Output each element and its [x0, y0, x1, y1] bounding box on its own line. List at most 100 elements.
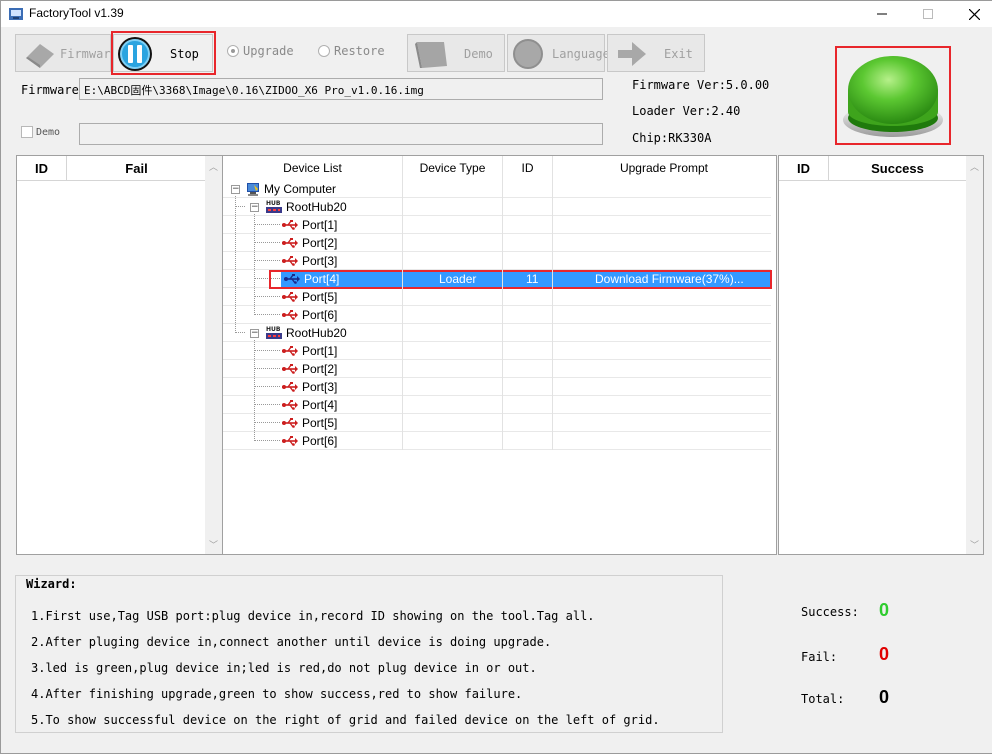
- usb-hub-icon: HUB: [266, 200, 282, 213]
- language-button-label: Language: [552, 47, 610, 61]
- app-icon: [9, 8, 23, 20]
- collapse-icon[interactable]: −: [250, 203, 259, 212]
- port-label: Port[1]: [302, 344, 338, 358]
- port-label: Port[5]: [302, 290, 338, 304]
- tree-row-hub[interactable]: − HUB RootHub20: [223, 324, 771, 342]
- firmware-button-label: Firmware: [60, 47, 118, 61]
- upgrade-radio-label: Upgrade: [243, 44, 294, 58]
- language-button[interactable]: Language: [507, 34, 610, 72]
- success-count-value: 0: [879, 600, 890, 620]
- tree-row-port[interactable]: Port[1]: [223, 216, 771, 234]
- wizard-title: Wizard:: [26, 577, 77, 591]
- tree-row-port[interactable]: Port[2]: [223, 234, 771, 252]
- scroll-up-icon[interactable]: ︿: [205, 158, 222, 175]
- tree-row-root[interactable]: − My Computer: [223, 180, 771, 198]
- demo-field[interactable]: [79, 123, 603, 145]
- tree-row-port[interactable]: Port[5]: [223, 288, 771, 306]
- globe-icon: [513, 39, 543, 69]
- success-panel-scrollbar[interactable]: ︿ ﹀: [966, 156, 983, 554]
- wizard-step: 2.After pluging device in,connect anothe…: [31, 635, 552, 649]
- tree-row-port[interactable]: Port[1]: [223, 342, 771, 360]
- wizard-step: 1.First use,Tag USB port:plug device in,…: [31, 609, 595, 623]
- tree-row-port[interactable]: Port[6]: [223, 432, 771, 450]
- fail-count-value: 0: [879, 644, 890, 664]
- scroll-down-icon[interactable]: ﹀: [205, 536, 222, 553]
- tree-row-port[interactable]: Port[2]: [223, 360, 771, 378]
- demo-button-label: Demo: [464, 47, 493, 61]
- success-col-success-header[interactable]: Success: [829, 156, 967, 181]
- tree-row-port[interactable]: Port[6]: [223, 306, 771, 324]
- restore-radio[interactable]: Restore: [318, 44, 385, 58]
- demo-checkbox[interactable]: Demo: [21, 126, 60, 138]
- port-label: Port[4]: [302, 398, 338, 412]
- wizard-step: 3.led is green,plug device in;led is red…: [31, 661, 537, 675]
- desktop-edge: [992, 0, 998, 754]
- scroll-up-icon[interactable]: ︿: [966, 158, 983, 175]
- device-list-header[interactable]: Device List: [223, 156, 403, 180]
- total-count-value: 0: [879, 687, 890, 707]
- hub-badge-text: HUB: [266, 326, 281, 333]
- demo-button[interactable]: Demo: [407, 34, 505, 72]
- wizard-panel: Wizard: 1.First use,Tag USB port:plug de…: [15, 575, 723, 733]
- firmware-version: Firmware Ver:5.0.00: [632, 78, 770, 92]
- maximize-icon: [923, 9, 933, 19]
- tree-row-port[interactable]: Port[3]: [223, 252, 771, 270]
- radio-selected-icon: [227, 45, 239, 57]
- computer-icon: [247, 183, 259, 196]
- hub-label: RootHub20: [286, 200, 347, 214]
- tree-root-label: My Computer: [264, 182, 337, 196]
- chip-info: Chip:RK330A: [632, 131, 712, 145]
- firmware-button[interactable]: Firmware: [15, 34, 118, 72]
- exit-button[interactable]: Exit: [607, 34, 705, 72]
- firmware-path-field[interactable]: E:\ABCD固件\3368\Image\0.16\ZIDOO_X6 Pro_v…: [79, 78, 603, 100]
- close-button[interactable]: [951, 1, 997, 27]
- port-label: Port[1]: [302, 218, 338, 232]
- port-label: Port[3]: [302, 380, 338, 394]
- firmware-path-label: Firmware: [21, 83, 79, 97]
- fail-panel-scrollbar[interactable]: ︿ ﹀: [205, 156, 222, 554]
- wizard-step: 5.To show successful device on the right…: [31, 713, 660, 727]
- loader-version: Loader Ver:2.40: [632, 104, 741, 118]
- maximize-button[interactable]: [905, 1, 951, 27]
- fail-col-fail-header[interactable]: Fail: [67, 156, 207, 181]
- usb-port-icon: [282, 382, 298, 392]
- tree-row-port[interactable]: Port[4]: [223, 396, 771, 414]
- device-id-header[interactable]: ID: [503, 156, 553, 180]
- usb-port-icon: [282, 436, 298, 446]
- usb-port-icon: [282, 418, 298, 428]
- success-col-id-header[interactable]: ID: [779, 156, 829, 181]
- restore-radio-label: Restore: [334, 44, 385, 58]
- fail-panel: ID Fail ︿ ﹀: [16, 155, 223, 555]
- usb-port-icon: [282, 346, 298, 356]
- device-type-header[interactable]: Device Type: [403, 156, 503, 180]
- collapse-icon[interactable]: −: [231, 185, 240, 194]
- tree-row-port[interactable]: Port[3]: [223, 378, 771, 396]
- selected-row-highlight-box: [269, 270, 772, 289]
- collapse-icon[interactable]: −: [250, 329, 259, 338]
- usb-port-icon: [282, 220, 298, 230]
- usb-port-icon: [282, 238, 298, 248]
- exit-arrow-icon: [618, 42, 646, 66]
- tree-row-hub[interactable]: − HUB RootHub20: [223, 198, 771, 216]
- upgrade-prompt-header[interactable]: Upgrade Prompt: [553, 156, 775, 180]
- status-led-highlight-box: [835, 46, 951, 145]
- minimize-button[interactable]: [859, 1, 905, 27]
- radio-unselected-icon: [318, 45, 330, 57]
- fail-count-label: Fail:: [801, 650, 838, 664]
- demo-checkbox-label: Demo: [36, 126, 61, 138]
- demo-book-icon: [415, 42, 447, 68]
- device-list-panel: Device List Device Type ID Upgrade Promp…: [223, 155, 777, 555]
- port-label: Port[2]: [302, 236, 338, 250]
- fail-col-id-header[interactable]: ID: [17, 156, 67, 181]
- title-bar: FactoryTool v1.39: [1, 1, 997, 27]
- scroll-down-icon[interactable]: ﹀: [966, 536, 983, 553]
- hub-label: RootHub20: [286, 326, 347, 340]
- upgrade-radio[interactable]: Upgrade: [227, 44, 294, 58]
- usb-port-icon: [282, 310, 298, 320]
- tree-row-port[interactable]: Port[5]: [223, 414, 771, 432]
- port-label: Port[5]: [302, 416, 338, 430]
- column-divider: [502, 180, 503, 450]
- usb-port-icon: [282, 400, 298, 410]
- stop-highlight-box: [111, 31, 216, 75]
- minimize-icon: [877, 13, 887, 15]
